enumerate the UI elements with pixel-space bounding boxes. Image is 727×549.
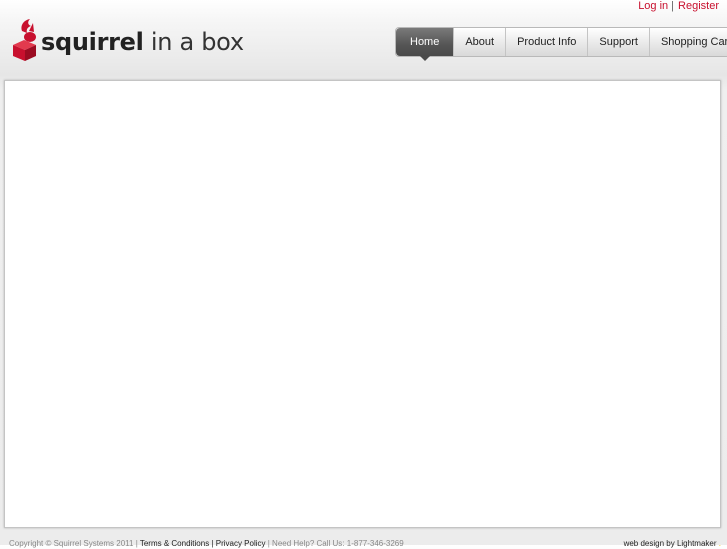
nav-item-support[interactable]: Support — [587, 28, 649, 56]
nav-item-label: Product Info — [517, 36, 577, 48]
nav-item-about[interactable]: About — [453, 28, 505, 56]
logo-wordmark: squirrel in a box — [41, 28, 244, 56]
register-link[interactable]: Register — [678, 0, 719, 13]
privacy-link[interactable]: Privacy Policy — [216, 539, 266, 548]
nav-item-label: Shopping Cart — [660, 36, 727, 48]
main-content-panel — [4, 80, 721, 528]
credit-link[interactable]: Lightmaker — [677, 539, 717, 548]
nav-item-home[interactable]: Home — [396, 28, 454, 61]
squirrel-box-icon — [13, 19, 36, 61]
nav-item-product-info[interactable]: Product Info — [505, 28, 587, 56]
nav-item-label: Home — [410, 36, 440, 48]
footer-copyright: Copyright © Squirrel Systems 2011 | — [9, 539, 140, 548]
nav-item-shopping-cart[interactable]: Shopping Cart — [648, 28, 727, 56]
main-nav: Home About Product Info Support Shopping… — [395, 27, 727, 61]
nav-item-label: Support — [599, 36, 638, 48]
logo-word-squirrel: squirrel — [41, 28, 144, 56]
top-links-separator: | — [671, 0, 675, 12]
credit-badge: . — [718, 539, 721, 548]
top-links: Log in | Register — [638, 0, 719, 13]
footer: Copyright © Squirrel Systems 2011 | Term… — [9, 539, 721, 549]
site-logo[interactable]: squirrel in a box — [12, 16, 244, 62]
footer-credit: web design by Lightmaker . — [624, 539, 721, 549]
login-link[interactable]: Log in — [638, 0, 668, 13]
active-caret-icon — [419, 56, 430, 61]
logo-word-in-a-box: in a box — [150, 28, 244, 56]
credit-prefix: web design by — [623, 539, 677, 548]
terms-link[interactable]: Terms & Conditions — [140, 539, 209, 548]
footer-help-phone: | Need Help? Call Us: 1-877-346-3269 — [265, 539, 404, 548]
nav-item-label: About — [465, 36, 495, 48]
